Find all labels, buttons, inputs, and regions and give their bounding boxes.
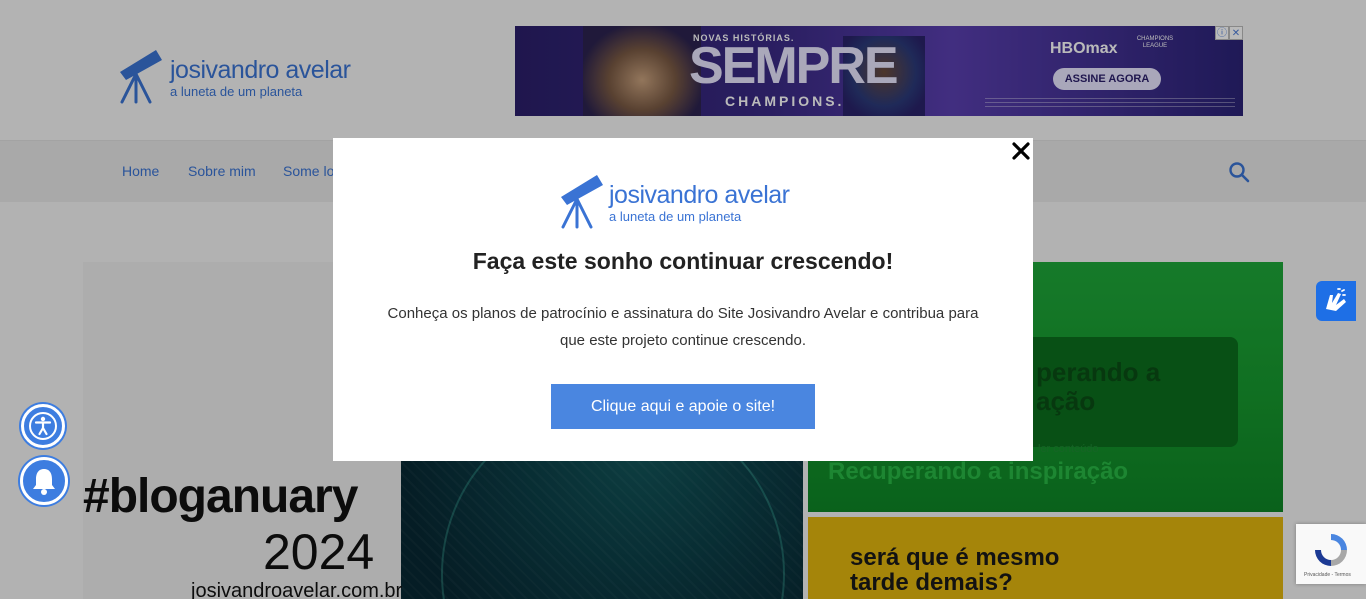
- modal-logo: josivandro avelar a luneta de um planeta: [557, 169, 790, 229]
- accessibility-button[interactable]: [21, 404, 65, 448]
- close-icon[interactable]: [1010, 138, 1032, 162]
- support-site-button[interactable]: Clique aqui e apoie o site!: [551, 384, 815, 429]
- modal-logo-tagline: a luneta de um planeta: [609, 209, 742, 224]
- notifications-button[interactable]: [20, 457, 68, 505]
- bell-icon: [33, 469, 55, 495]
- recaptcha-icon: [1315, 534, 1347, 566]
- recaptcha-label: Privacidade - Termos: [1304, 572, 1351, 578]
- modal-heading: Faça este sonho continuar crescendo!: [472, 248, 894, 274]
- support-modal: josivandro avelar a luneta de um planeta…: [333, 138, 1033, 461]
- sign-language-icon: [1326, 288, 1346, 311]
- accessibility-icon: [29, 412, 57, 440]
- modal-logo-title: josivandro avelar: [609, 181, 790, 209]
- sign-language-button[interactable]: [1316, 281, 1356, 321]
- modal-body-text: Conheça os planos de patrocínio e assina…: [387, 305, 979, 349]
- telescope-icon: [561, 175, 603, 229]
- recaptcha-badge[interactable]: Privacidade - Termos: [1296, 524, 1366, 584]
